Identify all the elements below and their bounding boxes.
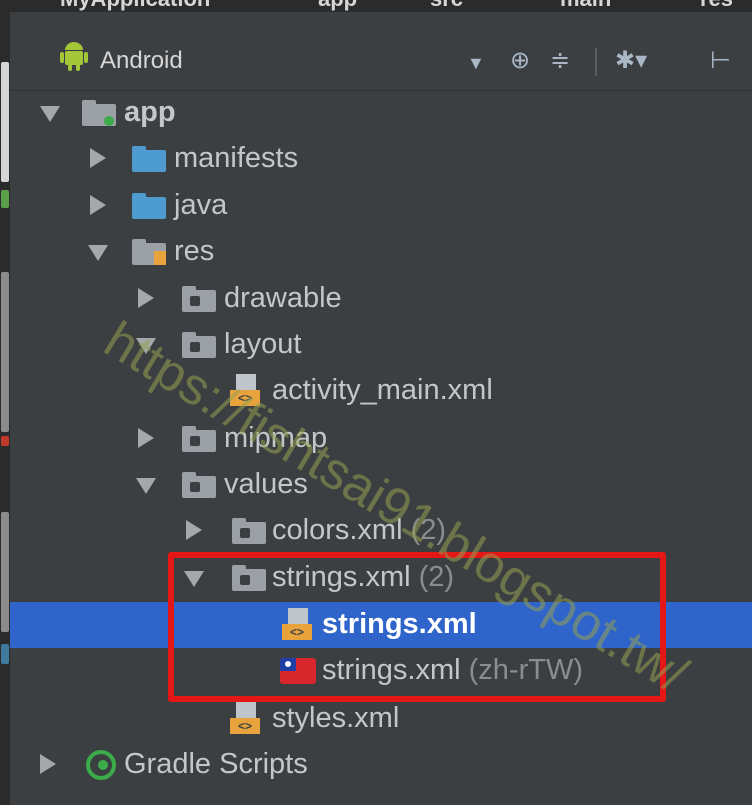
gradle-icon [86,750,116,780]
breadcrumb-item-src[interactable]: src [430,0,463,12]
resource-folder-icon [132,239,166,265]
xml-file-icon: <> [230,702,264,736]
captures-tab-icon[interactable] [1,190,9,208]
module-folder-icon [82,100,116,126]
android-icon [60,42,88,71]
tree-row-label: styles.xml [272,702,400,734]
target-icon[interactable]: ⊕ [510,48,530,74]
collapse-arrow-icon[interactable] [90,148,106,168]
project-tab-icon[interactable] [1,62,9,182]
toolbar-divider [595,48,597,76]
tree-row-mipmap[interactable]: mipmap [10,416,752,462]
expand-arrow-icon[interactable] [88,245,108,261]
structure-tab-icon[interactable] [1,272,9,432]
tree-row-label: res [174,235,215,267]
gear-icon[interactable]: ✱▾ [615,48,647,74]
build-variants-tab-icon[interactable] [1,644,9,664]
collapse-arrow-icon[interactable] [186,520,202,540]
error-indicator-icon [1,436,9,446]
collapse-arrow-icon[interactable] [138,428,154,448]
project-view-toolbar: Android ▼ ⊕ ≑ ✱▾ ⊢ [10,12,752,91]
tree-row-label: drawable [224,282,342,314]
expand-arrow-icon[interactable] [136,478,156,494]
breadcrumb-item-res[interactable]: res [700,0,733,12]
breadcrumb-item-main[interactable]: main [560,0,611,12]
tree-row-res[interactable]: res [10,229,752,275]
collapse-arrow-icon[interactable] [90,195,106,215]
tree-row-label: activity_main.xml [272,374,493,406]
tree-row-app[interactable]: app [10,90,752,136]
source-folder-icon [132,193,166,219]
tree-row-label: layout [224,328,302,360]
collapse-icon[interactable]: ≑ [550,48,570,74]
folder-icon [182,472,216,498]
folder-icon [132,146,166,172]
breadcrumb-item-app[interactable]: app [318,0,357,12]
breadcrumb: MyApplication app src main res [0,0,752,12]
tree-row-java[interactable]: java [10,183,752,229]
tree-row-styles-xml[interactable]: <> styles.xml [10,696,752,742]
tree-row-label: Gradle Scripts [124,748,308,780]
tree-row-label: app [124,96,176,128]
folder-icon [232,518,266,544]
tree-row-label: manifests [174,142,299,174]
tree-row-manifests[interactable]: manifests [10,136,752,182]
favorites-tab-icon[interactable] [1,512,9,632]
folder-icon [182,286,216,312]
expand-arrow-icon[interactable] [40,106,60,122]
hide-icon[interactable]: ⊢ [710,48,731,74]
dropdown-arrow-icon[interactable]: ▼ [467,50,485,76]
breadcrumb-item-project[interactable]: MyApplication [60,0,210,12]
tree-row-label: java [174,189,228,221]
collapse-arrow-icon[interactable] [138,288,154,308]
collapse-arrow-icon[interactable] [40,754,56,774]
tree-row-gradle-scripts[interactable]: Gradle Scripts [10,742,752,788]
tool-window-strip[interactable] [0,12,10,805]
project-view-selector[interactable]: Android [100,47,183,75]
